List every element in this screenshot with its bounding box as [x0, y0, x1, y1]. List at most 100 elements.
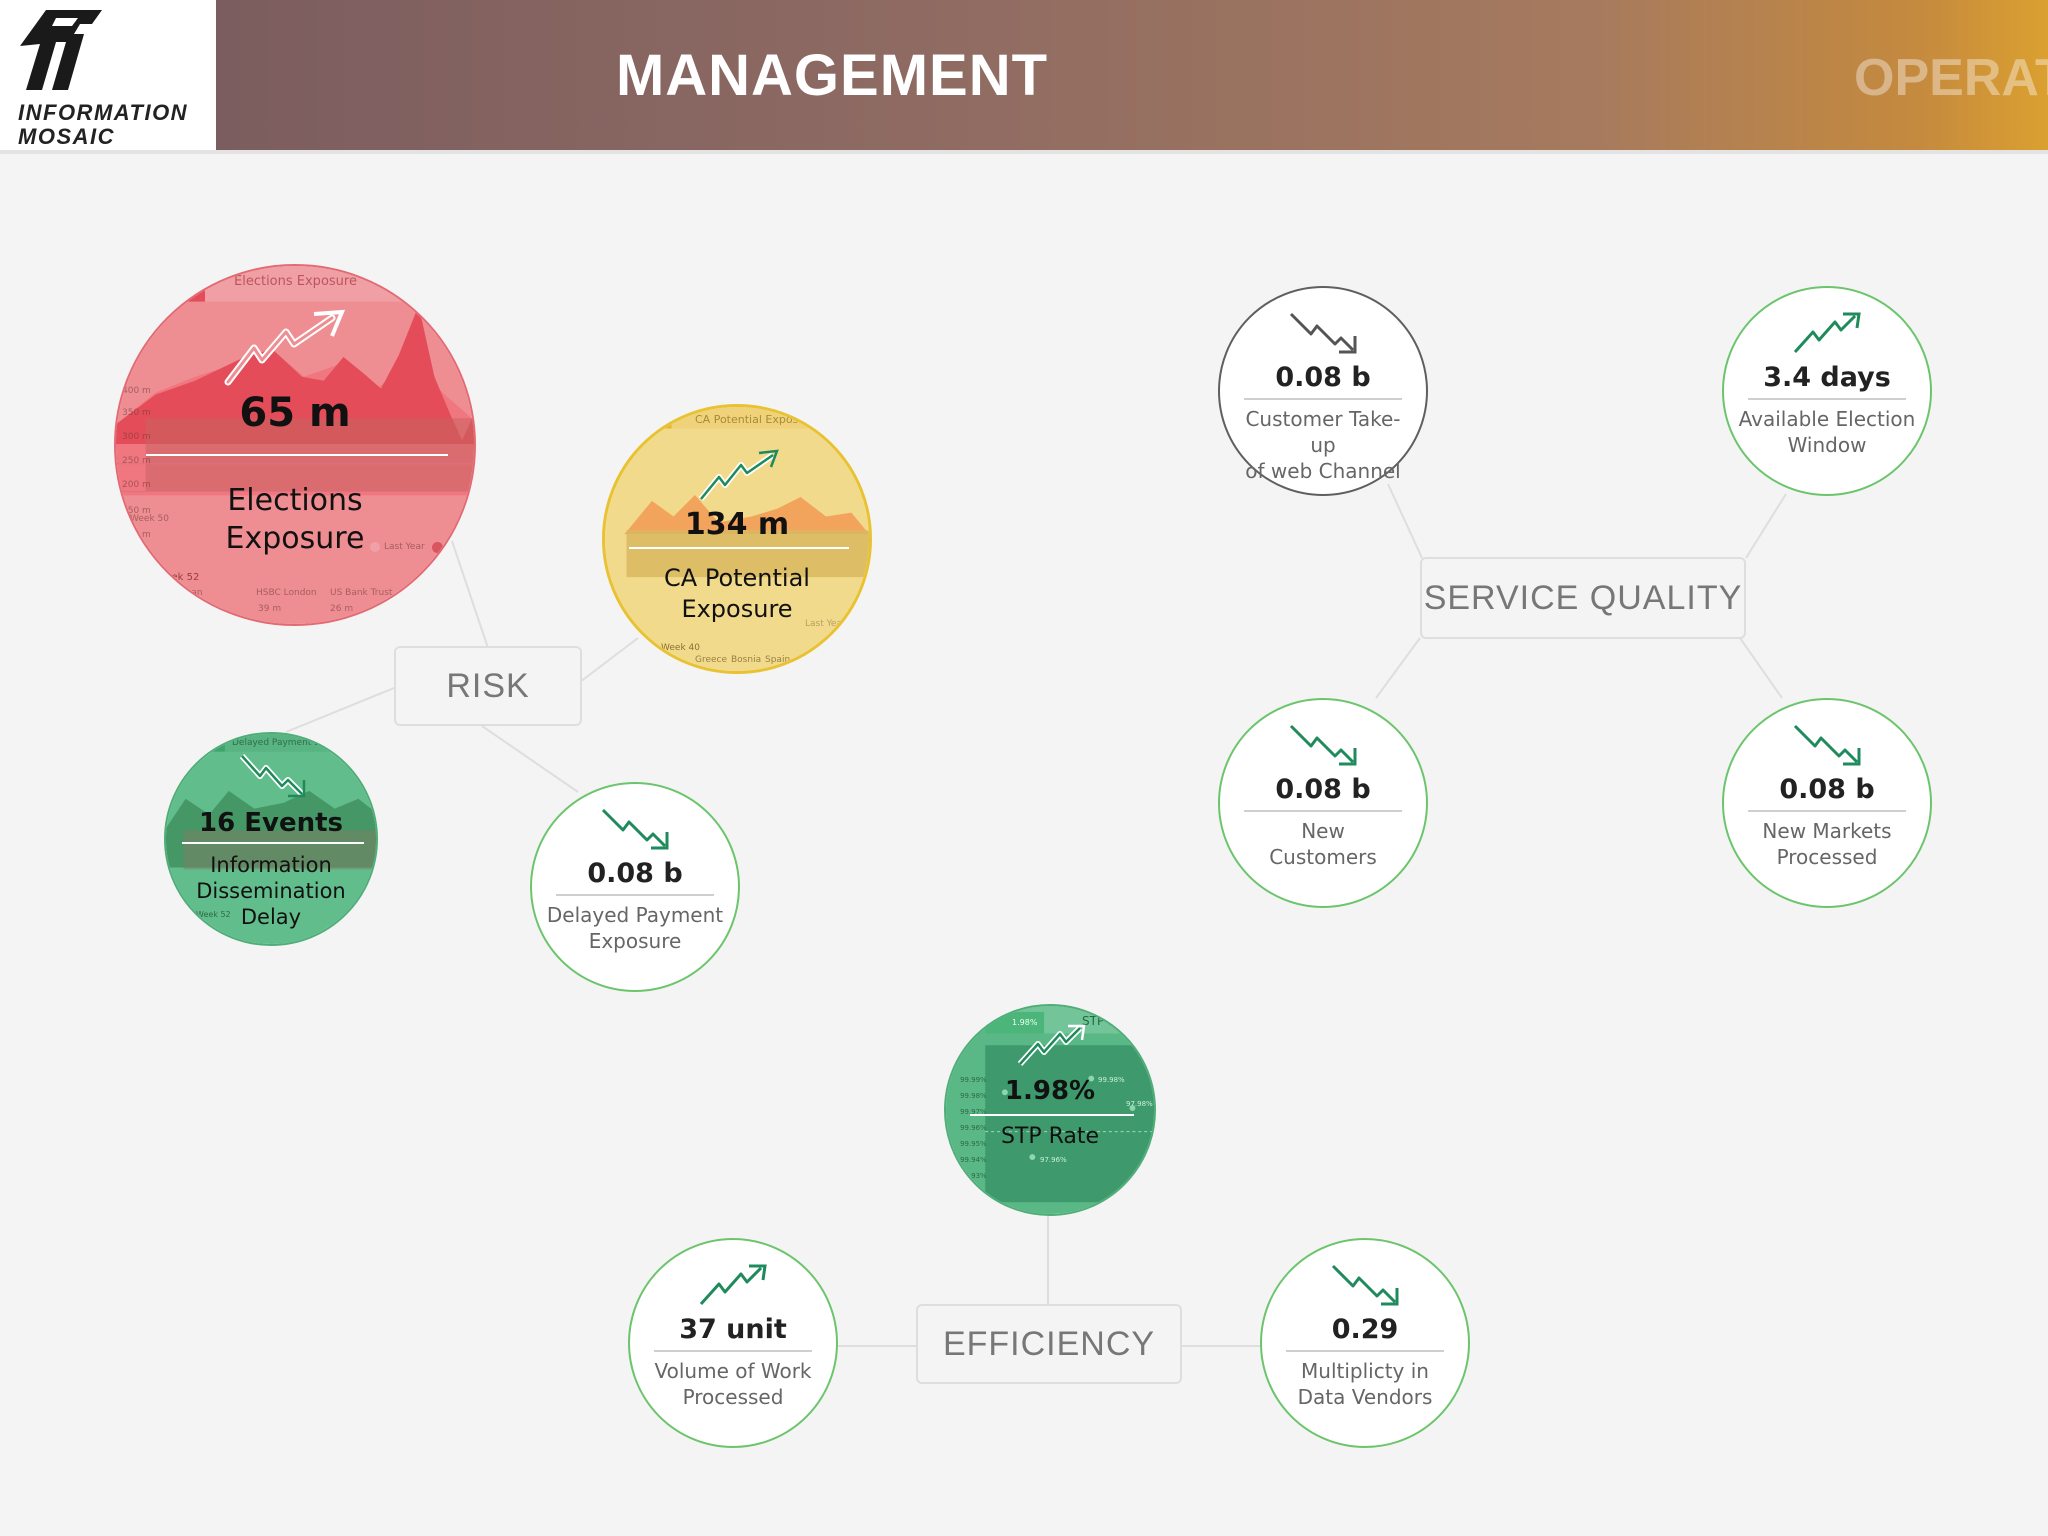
info-value: 16 Events — [199, 808, 343, 838]
elections-bank-label: Bank Japan — [152, 588, 203, 598]
customer-takeup-label-line1: Customer Take-up — [1245, 407, 1401, 457]
available-election-value: 3.4 days — [1763, 362, 1891, 393]
available-election-label-line1: Available Election — [1738, 407, 1916, 431]
new-markets-divider — [1748, 810, 1906, 812]
customer-takeup-value: 0.08 b — [1275, 362, 1371, 393]
stp-point-label: 97.96% — [1040, 1156, 1067, 1164]
new-customers-value: 0.08 b — [1275, 774, 1371, 805]
kpi-stp-rate[interactable]: STP Rate 1.98% 99.99% 99.98% 99.97% 99.9… — [944, 1004, 1156, 1216]
trend-down-icon — [239, 753, 306, 798]
ca-value: 134 m — [684, 507, 790, 542]
elections-label: Elections Exposure — [116, 482, 474, 558]
ca-week-label: Week 40 — [661, 643, 700, 653]
ca-label-line2: Exposure — [681, 595, 793, 623]
stp-value: 1.98% — [1004, 1076, 1096, 1106]
volume-of-work-value: 37 unit — [679, 1314, 787, 1345]
connector-risk-info — [285, 687, 395, 733]
ca-country-label: Greece — [695, 655, 728, 665]
volume-of-work-label-line1: Volume of Work — [654, 1359, 812, 1383]
volume-of-work-divider — [654, 1350, 812, 1352]
trend-up-icon — [699, 1264, 767, 1306]
available-election-label: Available Election Window — [1738, 406, 1916, 458]
ca-chart-title: CA Potential Exposure — [695, 413, 817, 426]
info-label-line1: Information — [210, 853, 332, 877]
info-divider — [182, 842, 364, 844]
new-customers-label-line2: Customers — [1269, 845, 1377, 869]
elections-bank-label: US Bank Trust — [330, 588, 393, 598]
elections-label-line1: Elections — [227, 483, 363, 518]
elections-value: 65 m — [239, 390, 351, 436]
customer-takeup-divider — [1244, 398, 1402, 400]
available-election-label-line2: Window — [1787, 433, 1867, 457]
multiplicity-label: Multiplicty in Data Vendors — [1276, 1358, 1454, 1410]
volume-of-work-label: Volume of Work Processed — [644, 1358, 822, 1410]
new-customers-label: New Customers — [1234, 818, 1412, 870]
delayed-payment-label-line2: Exposure — [588, 929, 682, 953]
delayed-payment-label: Delayed Payment Exposure — [546, 902, 724, 954]
elections-divider — [146, 454, 448, 456]
new-markets-label-line1: New Markets — [1762, 819, 1892, 843]
kpi-available-election-window[interactable]: 3.4 days Available Election Window — [1722, 286, 1932, 496]
stp-divider — [970, 1114, 1134, 1116]
trend-up-icon — [1793, 312, 1861, 354]
kpi-ca-potential-exposure[interactable]: CA Potential Exposure Week 40 Greece Bos… — [602, 404, 872, 674]
ca-label-line1: CA Potential — [664, 564, 810, 592]
kpi-new-markets-processed[interactable]: 0.08 b New Markets Processed — [1722, 698, 1932, 908]
kpi-customer-takeup[interactable]: 0.08 b Customer Take-up of web Channel — [1218, 286, 1428, 496]
kpi-delayed-payment-exposure[interactable]: 0.08 b Delayed Payment Exposure — [530, 782, 740, 992]
multiplicity-label-line2: Data Vendors — [1297, 1385, 1433, 1409]
kpi-elections-exposure[interactable]: Elections Exposure 400 m 350 m 300 m 250… — [114, 264, 476, 626]
connector-risk-delayed — [481, 725, 579, 793]
stp-axis-tick: 99.93% — [960, 1172, 987, 1180]
elections-label-line2: Exposure — [225, 521, 365, 556]
info-label-line2: Dissemination — [196, 879, 346, 903]
elections-week-label: Week 52 — [156, 572, 200, 583]
ca-divider — [629, 547, 849, 549]
category-risk[interactable]: RISK — [394, 646, 582, 726]
connector-sq-newcust — [1375, 637, 1421, 699]
stp-axis-tick: 99.94% — [960, 1156, 987, 1164]
trend-up-icon — [698, 449, 779, 501]
info-chart-title: Delayed Payment Exposure — [232, 738, 356, 748]
available-election-divider — [1748, 398, 1906, 400]
info-label-line3: Delay — [240, 905, 302, 929]
kpi-multiplicity-data-vendors[interactable]: 0.29 Multiplicty in Data Vendors — [1260, 1238, 1470, 1448]
new-customers-divider — [1244, 810, 1402, 812]
connector-sq-election — [1745, 493, 1787, 559]
trend-down-icon — [1289, 724, 1357, 766]
customer-takeup-label-line2: of web Channel — [1245, 459, 1401, 483]
trend-up-icon — [1017, 1024, 1086, 1067]
elections-bank-value: 39 m — [258, 604, 282, 614]
connector-sq-takeup — [1387, 483, 1423, 559]
trend-down-icon — [1289, 312, 1357, 354]
delayed-payment-divider — [556, 894, 714, 896]
new-customers-label-line1: New — [1301, 819, 1345, 843]
ca-country-label: Spain — [765, 655, 791, 665]
new-markets-label: New Markets Processed — [1738, 818, 1916, 870]
elections-bank-label: HSBC London — [256, 588, 317, 598]
multiplicity-divider — [1286, 1350, 1444, 1352]
volume-of-work-label-line2: Processed — [682, 1385, 784, 1409]
trend-down-icon — [601, 808, 669, 850]
multiplicity-value: 0.29 — [1331, 1314, 1399, 1345]
category-efficiency[interactable]: EFFICIENCY — [916, 1304, 1182, 1384]
connector-sq-markets — [1739, 637, 1783, 699]
trend-up-icon — [224, 309, 346, 386]
new-markets-value: 0.08 b — [1779, 774, 1875, 805]
elections-bank-value: 26 m — [330, 604, 354, 614]
new-markets-label-line2: Processed — [1776, 845, 1878, 869]
multiplicity-label-line1: Multiplicty in — [1301, 1359, 1429, 1383]
elections-chart-title: Elections Exposure — [234, 274, 357, 289]
kpi-volume-of-work[interactable]: 37 unit Volume of Work Processed — [628, 1238, 838, 1448]
category-service-quality[interactable]: SERVICE QUALITY — [1420, 557, 1746, 639]
stp-label: STP Rate — [1000, 1124, 1100, 1149]
stp-chart-title: STP Rate — [1082, 1014, 1136, 1028]
delayed-payment-value: 0.08 b — [587, 858, 683, 889]
info-label: Information Dissemination Delay — [166, 852, 376, 930]
kpi-information-dissemination-delay[interactable]: Delayed Payment Exposure Week 52 16 Even… — [164, 732, 378, 946]
trend-down-icon — [1331, 1264, 1399, 1306]
kpi-new-customers[interactable]: 0.08 b New Customers — [1218, 698, 1428, 908]
customer-takeup-label: Customer Take-up of web Channel — [1234, 406, 1412, 484]
ca-label: CA Potential Exposure — [605, 563, 869, 625]
delayed-payment-label-line1: Delayed Payment — [546, 903, 724, 927]
